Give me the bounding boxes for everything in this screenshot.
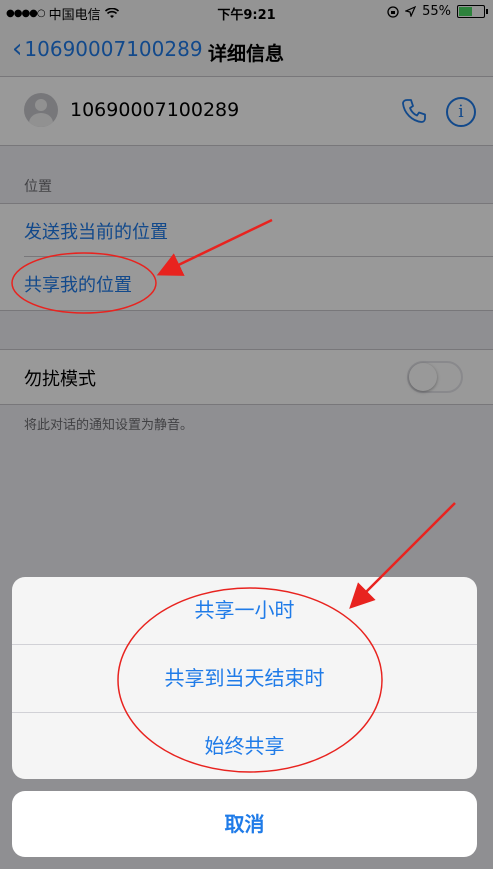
share-duration-action-sheet: 共享一小时 共享到当天结束时 始终共享 — [12, 577, 477, 779]
share-until-end-of-day-option[interactable]: 共享到当天结束时 — [12, 645, 477, 712]
share-one-hour-option[interactable]: 共享一小时 — [12, 577, 477, 644]
share-indefinitely-option[interactable]: 始终共享 — [12, 713, 477, 779]
cancel-button[interactable]: 取消 — [12, 791, 477, 857]
